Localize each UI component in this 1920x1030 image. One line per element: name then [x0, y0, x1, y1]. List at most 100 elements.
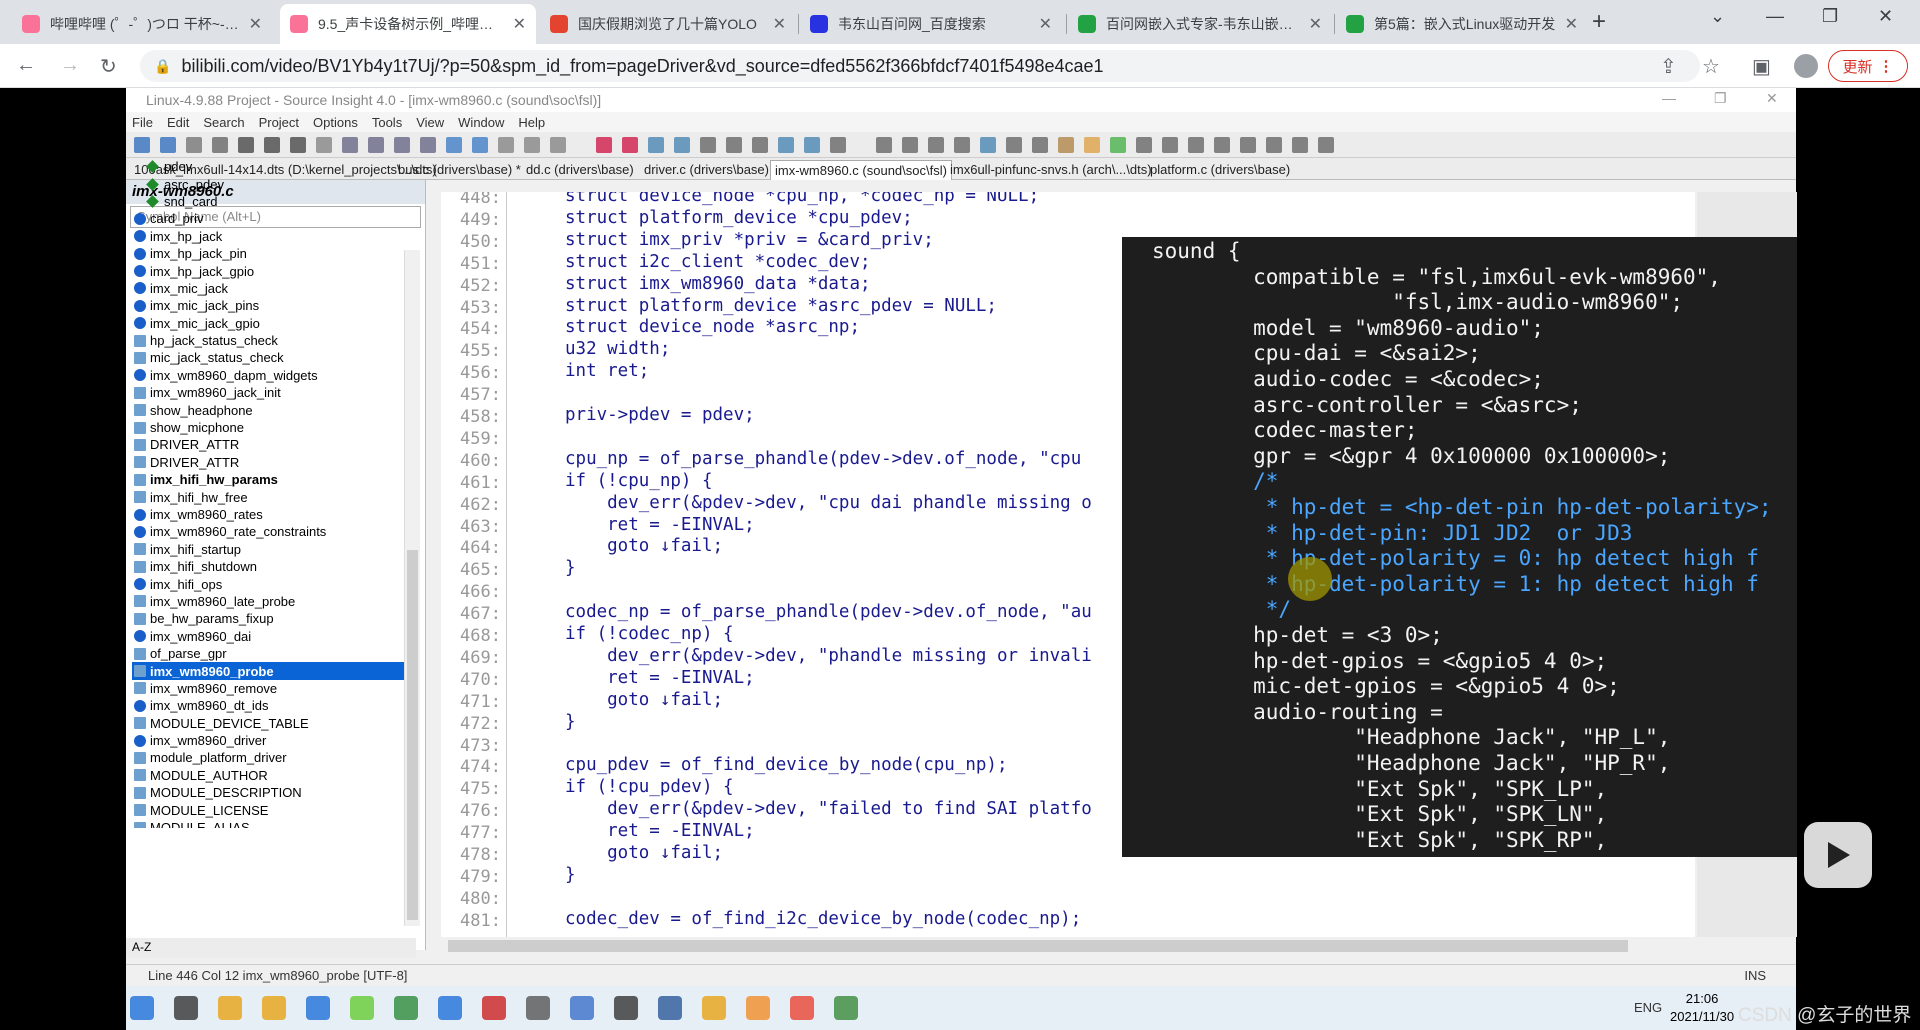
file-tab[interactable]: imx6ull-pinfunc-snvs.h (arch\...\dts): [946, 160, 1156, 180]
symbol-item[interactable]: show_headphone: [132, 401, 410, 418]
taskbar-app-icon[interactable]: [570, 996, 594, 1020]
bookmark-star-icon[interactable]: ☆: [1702, 54, 1720, 79]
toolbar-icon[interactable]: [472, 137, 488, 153]
browser-tab[interactable]: 国庆假期浏览了几十篇YOLO ✕: [540, 4, 796, 44]
symbol-item[interactable]: imx_hifi_ops: [132, 575, 410, 592]
menu-item[interactable]: Tools: [372, 115, 402, 130]
symbol-scrollbar[interactable]: [404, 250, 420, 926]
symbol-item[interactable]: show_micphone: [132, 419, 410, 436]
symbol-item[interactable]: imx_hp_jack_pin: [132, 245, 410, 262]
symbol-item[interactable]: imx_hifi_shutdown: [132, 558, 410, 575]
toolbar-icon[interactable]: [726, 137, 742, 153]
symbol-item[interactable]: MODULE_LICENSE: [132, 801, 410, 818]
file-tab[interactable]: dd.c (drivers\base): [522, 160, 638, 180]
symbol-scroll-thumb[interactable]: [407, 550, 418, 920]
toolbar-icon[interactable]: [804, 137, 820, 153]
taskbar-clock[interactable]: 21:06 2021/11/30: [1670, 990, 1734, 1026]
symbol-item[interactable]: imx_hp_jack: [132, 228, 410, 245]
taskbar-app-icon[interactable]: [526, 996, 550, 1020]
menu-item[interactable]: Options: [313, 115, 358, 130]
taskbar-app-icon[interactable]: [174, 996, 198, 1020]
browser-tab[interactable]: 9.5_声卡设备树示例_哔哩哔哩_bilibili ✕: [280, 4, 536, 44]
symbol-item[interactable]: imx_wm8960_rates: [132, 506, 410, 523]
taskbar-app-icon[interactable]: [130, 996, 154, 1020]
taskbar-app-icon[interactable]: [702, 996, 726, 1020]
menu-item[interactable]: Project: [259, 115, 299, 130]
symbol-item[interactable]: imx_mic_jack_pins: [132, 297, 410, 314]
symbol-item[interactable]: mic_jack_status_check: [132, 349, 410, 366]
editor-hscrollbar[interactable]: [428, 937, 1697, 955]
toolbar-icon[interactable]: [550, 137, 566, 153]
symbol-item[interactable]: imx_mic_jack_gpio: [132, 315, 410, 332]
toolbar-icon[interactable]: [1292, 137, 1308, 153]
new-tab-button[interactable]: +: [1592, 8, 1606, 36]
menu-item[interactable]: Window: [458, 115, 504, 130]
toolbar-icon[interactable]: [928, 137, 944, 153]
file-tab[interactable]: imx-wm8960.c (sound\soc\fsl): [770, 160, 952, 180]
taskbar-app-icon[interactable]: [614, 996, 638, 1020]
toolbar-icon[interactable]: [446, 137, 462, 153]
taskbar-app-icon[interactable]: [350, 996, 374, 1020]
taskbar-app-icon[interactable]: [834, 996, 858, 1020]
toolbar-icon[interactable]: [316, 137, 332, 153]
toolbar-icon[interactable]: [264, 137, 280, 153]
toolbar-icon[interactable]: [752, 137, 768, 153]
symbol-item[interactable]: imx_wm8960_probe: [132, 662, 410, 680]
symbol-item[interactable]: imx_wm8960_dt_ids: [132, 697, 410, 714]
bilibili-float-icon[interactable]: [1804, 822, 1872, 888]
symbol-item[interactable]: imx_hifi_startup: [132, 541, 410, 558]
menu-item[interactable]: File: [132, 115, 153, 130]
toolbar-icon[interactable]: [596, 137, 612, 153]
symbol-item[interactable]: imx_wm8960_dapm_widgets: [132, 367, 410, 384]
taskbar-app-icon[interactable]: [746, 996, 770, 1020]
browser-tab[interactable]: 百问网嵌入式专家-韦东山嵌入式 ✕: [1068, 4, 1332, 44]
symbol-item[interactable]: snd_card: [132, 193, 410, 210]
symbol-item[interactable]: imx_hp_jack_gpio: [132, 262, 410, 279]
toolbar-icon[interactable]: [368, 137, 384, 153]
profile-avatar[interactable]: [1794, 54, 1818, 78]
toolbar-icon[interactable]: [1110, 137, 1126, 153]
symbol-item[interactable]: imx_wm8960_jack_init: [132, 384, 410, 401]
toolbar-icon[interactable]: [622, 137, 638, 153]
symbol-item[interactable]: MODULE_DEVICE_TABLE: [132, 715, 410, 732]
file-tab[interactable]: platform.c (drivers\base): [1146, 160, 1294, 180]
symbol-item[interactable]: hp_jack_status_check: [132, 332, 410, 349]
toolbar-icon[interactable]: [830, 137, 846, 153]
toolbar-icon[interactable]: [876, 137, 892, 153]
minimize-icon[interactable]: —: [1766, 6, 1784, 27]
url-field[interactable]: 🔒 bilibili.com/video/BV1Yb4y1t7Uj/?p=50&…: [140, 50, 1700, 82]
toolbar-icon[interactable]: [134, 137, 150, 153]
toolbar-icon[interactable]: [1240, 137, 1256, 153]
forward-icon[interactable]: →: [60, 54, 80, 77]
reload-icon[interactable]: ↻: [100, 54, 117, 79]
toolbar-icon[interactable]: [160, 137, 176, 153]
toolbar-icon[interactable]: [648, 137, 664, 153]
toolbar-icon[interactable]: [420, 137, 436, 153]
toolbar-icon[interactable]: [1318, 137, 1334, 153]
toolbar-icon[interactable]: [778, 137, 794, 153]
taskbar-app-icon[interactable]: [658, 996, 682, 1020]
symbol-item[interactable]: be_hw_params_fixup: [132, 610, 410, 627]
file-tab[interactable]: driver.c (drivers\base): [640, 160, 773, 180]
si-close-icon[interactable]: ✕: [1766, 90, 1778, 107]
tab-search-icon[interactable]: ⌄: [1710, 6, 1725, 27]
symbol-item[interactable]: MODULE_DESCRIPTION: [132, 784, 410, 801]
toolbar-icon[interactable]: [1266, 137, 1282, 153]
toolbar-icon[interactable]: [212, 137, 228, 153]
update-button[interactable]: 更新 ⋮: [1828, 50, 1908, 82]
toolbar-icon[interactable]: [342, 137, 358, 153]
toolbar-icon[interactable]: [186, 137, 202, 153]
editor-hscroll-thumb[interactable]: [448, 940, 1628, 952]
symbol-item[interactable]: imx_wm8960_dai: [132, 628, 410, 645]
toolbar-icon[interactable]: [980, 137, 996, 153]
tab-close-icon[interactable]: ✕: [249, 14, 262, 34]
symbol-item[interactable]: MODULE_AUTHOR: [132, 767, 410, 784]
symbol-item[interactable]: module_platform_driver: [132, 749, 410, 766]
maximize-icon[interactable]: ❐: [1822, 6, 1838, 27]
symbol-item[interactable]: imx_mic_jack: [132, 280, 410, 297]
tab-close-icon[interactable]: ✕: [773, 14, 786, 34]
toolbar-icon[interactable]: [1162, 137, 1178, 153]
toolbar-icon[interactable]: [1136, 137, 1152, 153]
symbol-item[interactable]: pdev: [132, 158, 410, 175]
browser-tab[interactable]: 第5篇：嵌入式Linux驱动开发 ✕: [1336, 4, 1588, 44]
